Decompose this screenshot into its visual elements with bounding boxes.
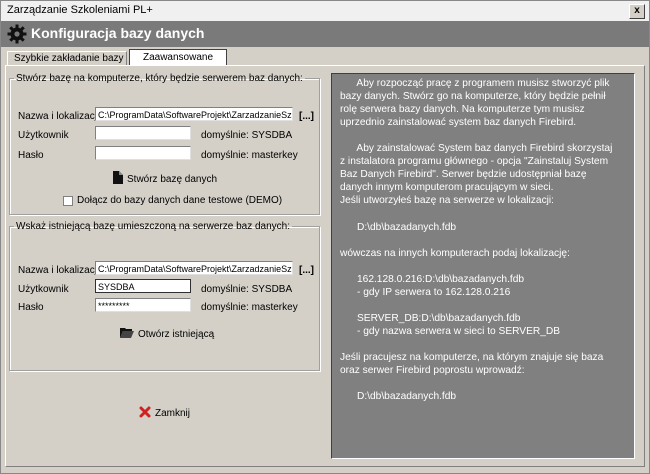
demo-data-checkbox[interactable]: Dołącz do bazy danych dane testowe (DEMO… [63,195,282,206]
info-line: Jeśli utworzyłeś bazę na serwerze w loka… [340,195,555,207]
info-line: uprzednio zainstalować system baz danych… [340,117,577,129]
info-line: - gdy IP serwera to 162.128.0.216 [340,286,511,298]
info-line: Baz Danych Firebird". Serwer będzie udos… [340,169,587,181]
open-group-legend: Wskaż istniejącą bazę umieszczoną na ser… [16,221,291,232]
info-line [340,377,626,390]
open-password-default: domyślnie: masterkey [201,302,298,313]
info-line [340,338,626,351]
info-line: D:\db\bazadanych.fdb [340,391,457,403]
info-line: Aby zainstalować System baz danych Fireb… [340,143,613,155]
open-location-input[interactable]: C:\ProgramData\SoftwareProjekt\Zarzadzan… [95,261,293,275]
page-title: Konfiguracja bazy danych [31,25,205,41]
create-database-button[interactable]: Stwórz bazę danych [113,171,217,187]
close-x-icon [139,406,151,421]
info-line [340,129,626,142]
info-line: SERVER_DB:D:\db\bazadanych.fdb [340,312,521,324]
open-user-label: Użytkownik [18,284,69,295]
open-existing-button[interactable]: Otwórz istniejącą [120,327,214,341]
page-header: Konfiguracja bazy danych [1,21,649,47]
open-database-group: Wskaż istniejącą bazę umieszczoną na ser… [9,221,320,371]
create-password-label: Hasło [18,150,44,161]
open-password-label: Hasło [18,302,44,313]
info-line [340,234,626,247]
info-line [340,260,626,273]
open-user-default: domyślnie: SYSDBA [201,284,293,295]
info-line: oraz serwer Firebird poprostu wprowadź: [340,365,525,377]
title-bar: Zarządzanie Szkoleniami PL+ x [1,1,649,22]
folder-open-icon [120,327,134,341]
create-database-label: Stwórz bazę danych [127,173,218,185]
create-user-input[interactable] [95,126,191,140]
create-user-default: domyślnie: SYSDBA [201,130,293,141]
open-password-input[interactable]: ********* [95,298,191,312]
window-title: Zarządzanie Szkoleniami PL+ [7,4,153,16]
create-password-default: domyślnie: masterkey [201,150,298,161]
create-database-group: Stwórz bazę na komputerze, który będzie … [9,73,320,215]
info-line: wówczas na innych komputerach podaj loka… [340,247,570,259]
document-icon [113,171,123,187]
tab-advanced[interactable]: Zaawansowane [129,49,227,65]
open-user-input[interactable]: SYSDBA [95,279,191,293]
close-window-button[interactable]: x [629,4,645,19]
open-existing-label: Otwórz istniejącą [138,328,215,340]
info-line [340,299,626,312]
info-line: Jeśli pracujesz na komputerze, na którym… [340,351,604,363]
info-line: 162.128.0.216:D:\db\bazadanych.fdb [340,273,525,285]
create-password-input[interactable] [95,146,191,160]
info-line: Aby rozpocząć pracę z programem musisz s… [340,78,610,89]
gear-icon [7,24,27,47]
close-button-label: Zamknij [155,408,191,419]
app-window: Zarządzanie Szkoleniami PL+ x Konfigurac… [0,0,650,474]
close-button[interactable]: Zamknij [139,406,190,421]
info-line: z instalatora programu głównego - opcja … [340,156,609,168]
open-location-label: Nazwa i lokalizacja [18,265,103,276]
info-line: D:\db\bazadanych.fdb [340,221,457,233]
info-line [340,207,626,220]
demo-checkbox-label: Dołącz do bazy danych dane testowe (DEMO… [77,195,283,206]
create-location-label: Nazwa i lokalizacja [18,111,103,122]
create-browse-button[interactable]: [...] [299,111,314,122]
info-panel: Aby rozpocząć pracę z programem musisz s… [331,73,635,459]
info-line: - gdy nazwa serwera w sieci to SERVER_DB [340,325,561,337]
info-line: bazy danych. Stwórz go na komputerze, kt… [340,91,606,103]
tab-quick-setup[interactable]: Szybkie zakładanie bazy [7,51,127,65]
create-location-input[interactable]: C:\ProgramData\SoftwareProjekt\Zarzadzan… [95,107,293,121]
create-group-legend: Stwórz bazę na komputerze, który będzie … [16,73,303,84]
demo-checkbox-box[interactable] [63,195,73,206]
info-line: danych innym komputerom pracującym w sie… [340,182,554,194]
create-user-label: Użytkownik [18,130,69,141]
info-line: rolę serwera bazy danych. Na komputerze … [340,104,585,116]
open-browse-button[interactable]: [...] [299,265,314,276]
